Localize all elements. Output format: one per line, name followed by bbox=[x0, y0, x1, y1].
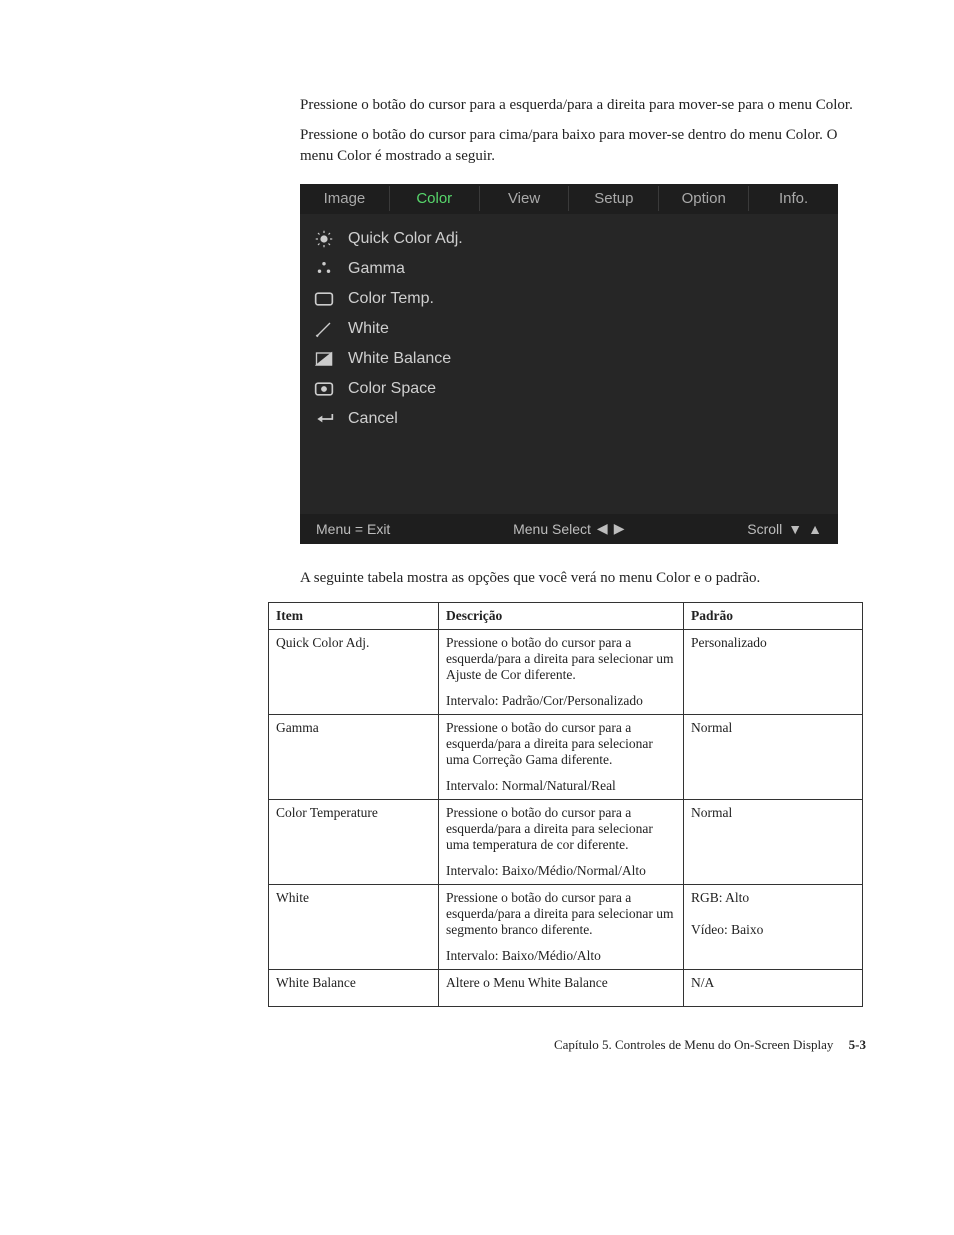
osd-item-quick-color[interactable]: Quick Color Adj. bbox=[312, 224, 826, 254]
osd-footer-scroll: Scroll bbox=[747, 521, 782, 537]
cell-default: Personalizado bbox=[684, 630, 863, 715]
osd-item-label: Gamma bbox=[348, 260, 405, 278]
cell-default: N/A bbox=[684, 970, 863, 1007]
osd-tab-view[interactable]: View bbox=[480, 186, 570, 211]
osd-footer-exit: Menu = Exit bbox=[316, 521, 390, 537]
cell-desc: Pressione o botão do cursor para a esque… bbox=[439, 885, 684, 970]
osd-item-label: White Balance bbox=[348, 350, 451, 368]
cell-default: Normal bbox=[684, 715, 863, 800]
osd-tab-image[interactable]: Image bbox=[300, 186, 390, 211]
osd-tab-option[interactable]: Option bbox=[659, 186, 749, 211]
osd-item-label: Color Space bbox=[348, 380, 436, 398]
return-icon bbox=[312, 409, 336, 429]
cell-desc: Altere o Menu White Balance bbox=[439, 970, 684, 1007]
chapter-title: Capítulo 5. Controles de Menu do On-Scre… bbox=[554, 1037, 833, 1052]
th-desc: Descrição bbox=[439, 603, 684, 630]
osd-item-label: Quick Color Adj. bbox=[348, 230, 463, 248]
osd-item-white[interactable]: White bbox=[312, 314, 826, 344]
cell-item: Gamma bbox=[269, 715, 439, 800]
ring-icon bbox=[312, 379, 336, 399]
intro-para-1: Pressione o botão do cursor para a esque… bbox=[300, 95, 866, 115]
osd-item-gamma[interactable]: Gamma bbox=[312, 254, 826, 284]
osd-tab-info[interactable]: Info. bbox=[749, 186, 838, 211]
table-row: WhitePressione o botão do cursor para a … bbox=[269, 885, 863, 970]
osd-item-white-balance[interactable]: White Balance bbox=[312, 344, 826, 374]
osd-menu: Image Color View Setup Option Info. Quic bbox=[300, 184, 838, 544]
osd-item-label: White bbox=[348, 320, 389, 338]
frame-icon bbox=[312, 289, 336, 309]
page-number: 5-3 bbox=[849, 1037, 866, 1052]
triangle-left-icon: ◀ bbox=[597, 520, 608, 537]
contrast-icon bbox=[312, 349, 336, 369]
table-row: Quick Color Adj.Pressione o botão do cur… bbox=[269, 630, 863, 715]
osd-item-cancel[interactable]: Cancel bbox=[312, 404, 826, 434]
table-row: GammaPressione o botão do cursor para a … bbox=[269, 715, 863, 800]
osd-tab-color[interactable]: Color bbox=[390, 186, 480, 211]
osd-tab-setup[interactable]: Setup bbox=[569, 186, 659, 211]
cell-desc: Pressione o botão do cursor para a esque… bbox=[439, 630, 684, 715]
table-row: White BalanceAltere o Menu White Balance… bbox=[269, 970, 863, 1007]
table-intro: A seguinte tabela mostra as opções que v… bbox=[300, 568, 866, 588]
triangle-down-icon: ▼ bbox=[788, 521, 802, 537]
table-row: Color TemperaturePressione o botão do cu… bbox=[269, 800, 863, 885]
cell-item: Quick Color Adj. bbox=[269, 630, 439, 715]
cell-desc: Pressione o botão do cursor para a esque… bbox=[439, 715, 684, 800]
page-footer: Capítulo 5. Controles de Menu do On-Scre… bbox=[300, 1037, 866, 1053]
cell-default: RGB: Alto Vídeo: Baixo bbox=[684, 885, 863, 970]
osd-footer-select: Menu Select bbox=[513, 521, 591, 537]
intro-para-2: Pressione o botão do cursor para cima/pa… bbox=[300, 125, 866, 166]
brush-icon bbox=[312, 319, 336, 339]
triangle-right-icon: ▶ bbox=[614, 520, 625, 537]
cell-desc: Pressione o botão do cursor para a esque… bbox=[439, 800, 684, 885]
th-default: Padrão bbox=[684, 603, 863, 630]
triangle-up-icon: ▲ bbox=[808, 521, 822, 537]
osd-item-label: Color Temp. bbox=[348, 290, 434, 308]
cell-default: Normal bbox=[684, 800, 863, 885]
cell-item: White bbox=[269, 885, 439, 970]
osd-item-color-temp[interactable]: Color Temp. bbox=[312, 284, 826, 314]
osd-item-color-space[interactable]: Color Space bbox=[312, 374, 826, 404]
options-table: Item Descrição Padrão Quick Color Adj.Pr… bbox=[268, 602, 863, 1007]
cell-item: Color Temperature bbox=[269, 800, 439, 885]
th-item: Item bbox=[269, 603, 439, 630]
osd-item-label: Cancel bbox=[348, 410, 398, 428]
cell-item: White Balance bbox=[269, 970, 439, 1007]
sun-icon bbox=[312, 229, 336, 249]
dots-icon bbox=[312, 259, 336, 279]
